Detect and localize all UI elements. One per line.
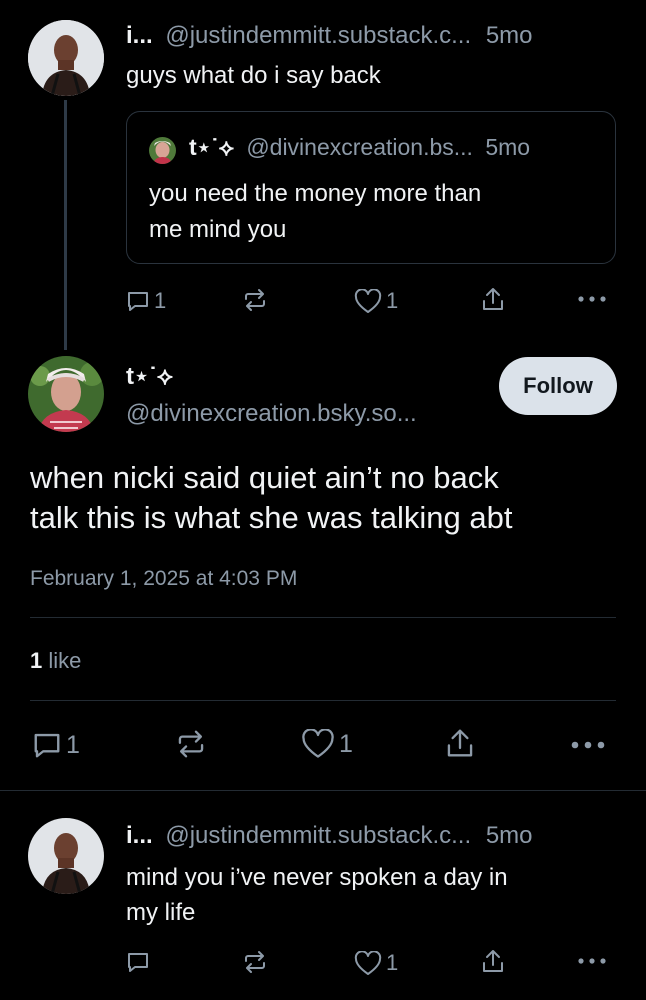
post-header: i... @justindemmitt.substack.c... 5mo [126, 822, 533, 850]
repost-icon [245, 951, 265, 973]
repost-icon [245, 289, 265, 311]
repost-icon [178, 730, 204, 758]
share-button[interactable] [481, 948, 505, 974]
repost-button[interactable] [175, 729, 207, 759]
quote-header: t⋆˙⟡ @divinexcreation.bs... 5mo [189, 134, 530, 161]
reply-button[interactable] [126, 950, 150, 974]
post-text: when nicki said quiet ain’t no back talk… [30, 458, 512, 538]
quote-time: 5mo [485, 134, 531, 160]
post-time[interactable]: 5mo [486, 822, 533, 849]
divider [30, 617, 616, 618]
like-button[interactable]: 1 [354, 288, 398, 314]
handle: @divinexcreation.bs... [246, 134, 473, 160]
share-icon [483, 288, 503, 310]
share-icon [447, 729, 473, 757]
repost-button[interactable] [242, 288, 268, 312]
avatar [149, 137, 176, 164]
reply-button[interactable]: 1 [126, 288, 166, 314]
likes-label: like [48, 648, 82, 673]
quote-text: you need the money more than me mind you [149, 176, 481, 248]
post-text-line: my life [126, 899, 196, 926]
post-text: guys what do i say back [126, 62, 381, 89]
more-icon [578, 958, 606, 964]
reply-icon [34, 733, 60, 758]
reply-icon [128, 953, 148, 972]
heart-icon [354, 950, 382, 975]
handle[interactable]: @justindemmitt.substack.c... [165, 22, 471, 49]
heart-icon [354, 288, 382, 313]
display-name[interactable]: i... [126, 822, 153, 849]
post-time[interactable]: 5mo [486, 22, 533, 49]
reply-count: 1 [154, 288, 167, 313]
share-icon [483, 950, 503, 972]
like-button[interactable]: 1 [301, 729, 353, 759]
post-text: mind you i’ve never spoken a day in my l… [126, 860, 508, 930]
reply-count: 1 [66, 730, 80, 759]
divider [30, 700, 616, 701]
likes-summary[interactable]: 1 like [30, 648, 81, 674]
avatar[interactable] [28, 356, 104, 432]
likes-number: 1 [30, 648, 43, 673]
handle[interactable]: @justindemmitt.substack.c... [165, 822, 471, 849]
divider [0, 790, 646, 791]
quote-post[interactable]: t⋆˙⟡ @divinexcreation.bs... 5mo you need… [126, 111, 616, 264]
avatar[interactable] [28, 20, 104, 96]
more-button[interactable] [571, 741, 605, 749]
like-count: 1 [386, 288, 399, 313]
post-timestamp: February 1, 2025 at 4:03 PM [30, 567, 298, 590]
post-header: i... @justindemmitt.substack.c... 5mo [126, 22, 533, 50]
like-count: 1 [386, 950, 399, 975]
avatar[interactable] [28, 818, 104, 894]
more-button[interactable] [578, 958, 606, 964]
like-count: 1 [339, 729, 353, 758]
reply-icon [128, 292, 148, 311]
more-icon [578, 296, 606, 302]
display-name[interactable]: t⋆˙⟡ [126, 362, 173, 391]
post-text-line: talk this is what she was talking abt [30, 500, 513, 535]
thread-line [64, 100, 67, 350]
post-text-line: when nicki said quiet ain’t no back [30, 460, 499, 495]
quote-text-line: me mind you [149, 216, 287, 243]
follow-button[interactable]: Follow [499, 357, 617, 415]
share-button[interactable] [481, 286, 505, 312]
quote-text-line: you need the money more than [149, 180, 482, 207]
heart-icon [302, 729, 334, 758]
share-button[interactable] [445, 727, 475, 759]
more-icon [571, 741, 605, 749]
display-name: t⋆˙⟡ [189, 134, 234, 160]
more-button[interactable] [578, 296, 606, 302]
reply-button[interactable]: 1 [32, 730, 80, 760]
display-name[interactable]: i... [126, 22, 153, 49]
post-text-line: mind you i’ve never spoken a day in [126, 864, 508, 891]
like-button[interactable]: 1 [354, 950, 398, 976]
handle[interactable]: @divinexcreation.bsky.so... [126, 400, 417, 428]
repost-button[interactable] [242, 950, 268, 974]
